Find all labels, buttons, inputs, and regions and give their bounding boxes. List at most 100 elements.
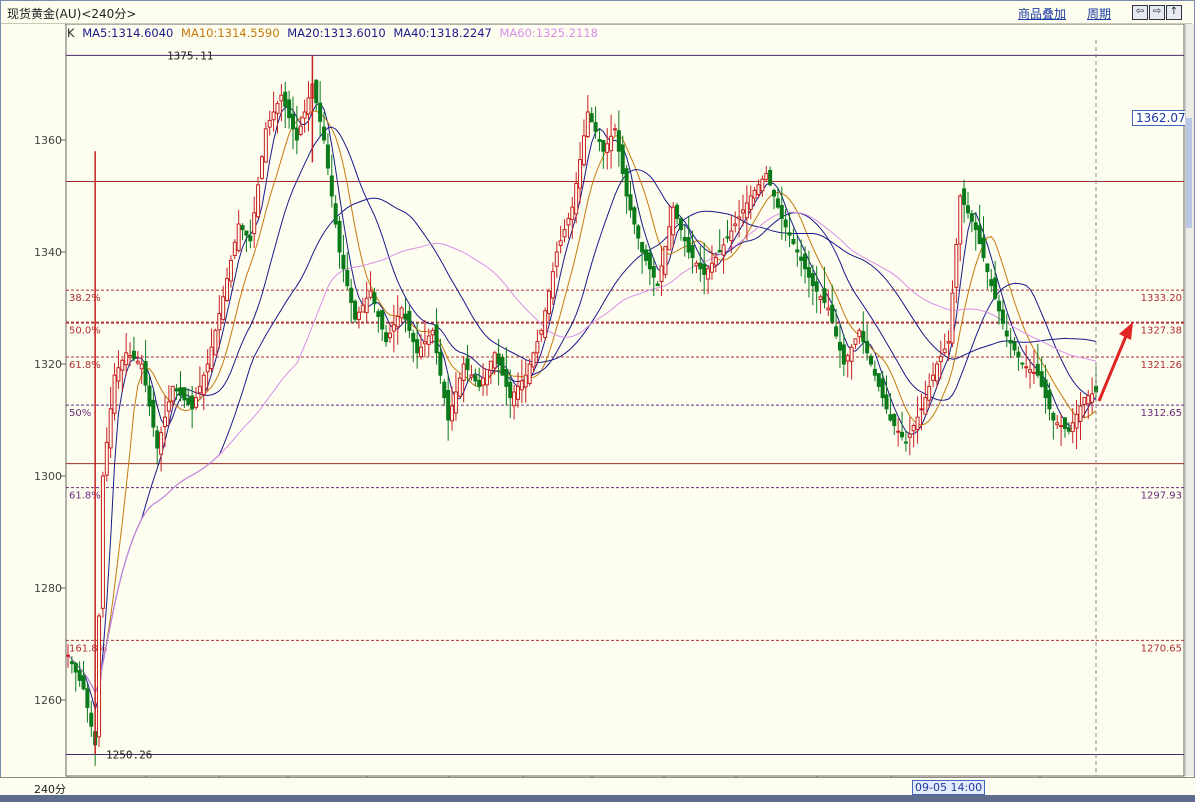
candle-body-89	[411, 332, 416, 343]
candle-body-244	[1012, 341, 1017, 351]
candle-body-160	[686, 237, 691, 253]
candle-body-99	[450, 405, 455, 422]
candle-body-26	[166, 401, 171, 412]
candle-body-103	[465, 358, 470, 371]
candle-body-22	[151, 399, 156, 428]
candle-body-213	[892, 414, 897, 427]
candle-body-102	[461, 363, 466, 381]
nav-right-button[interactable]: ⇨	[1149, 5, 1165, 20]
fib-value-label-2: 1321.26	[1141, 360, 1182, 371]
candle-body-28	[174, 388, 179, 392]
candle-body-81	[380, 310, 385, 330]
candle-body-194	[818, 296, 823, 301]
candle-body-64	[314, 79, 319, 104]
candle-body-53	[271, 111, 276, 121]
candle-body-169	[721, 244, 726, 256]
candle-body-40	[221, 296, 226, 321]
candle-body-165	[706, 268, 711, 280]
candle-body-88	[407, 310, 412, 331]
candle-body-239	[993, 277, 998, 299]
candle-body-35	[201, 374, 206, 395]
candle-body-10	[104, 441, 109, 476]
candle-body-130	[570, 206, 575, 221]
ma10-label: MA10:1314.5590	[181, 26, 280, 40]
candle-body-159	[682, 237, 687, 242]
candle-body-235	[977, 225, 982, 245]
candle-body-227	[946, 341, 951, 344]
candle-body-218	[911, 425, 916, 432]
candle-body-248	[1028, 369, 1033, 373]
candle-body-21	[147, 385, 152, 407]
candle-body-105	[473, 374, 478, 382]
candle-body-230	[958, 195, 963, 245]
candle-body-76	[360, 304, 365, 313]
candle-body-182	[772, 189, 777, 197]
candle-body-191	[806, 267, 811, 278]
candle-body-91	[419, 346, 424, 358]
candle-body-154	[663, 245, 668, 275]
cursor-time: 09-05 14:00	[912, 780, 986, 795]
candle-body-14	[120, 359, 125, 371]
candle-body-119	[527, 363, 532, 384]
candle-body-129	[566, 217, 571, 226]
candle-body-137	[597, 139, 602, 142]
candle-body-67	[325, 144, 330, 169]
candle-body-209	[876, 373, 881, 387]
candle-body-202	[849, 346, 854, 362]
candle-body-195	[822, 288, 827, 303]
candle-body-179	[760, 178, 765, 192]
candle-body-92	[422, 341, 427, 345]
candle-body-80	[376, 311, 381, 317]
candle-body-171	[729, 230, 734, 242]
candle-body-82	[384, 332, 389, 343]
candle-body-258	[1066, 427, 1071, 432]
scrollbar-thumb[interactable]	[1186, 118, 1192, 228]
fib-value-label-4: 1297.93	[1141, 491, 1182, 502]
candle-body-33	[194, 397, 199, 408]
candle-body-146	[632, 207, 637, 225]
candle-body-251	[1039, 371, 1044, 387]
nav-left-button[interactable]: ⇦	[1132, 5, 1148, 20]
candle-body-178	[756, 184, 761, 196]
candle-body-238	[989, 279, 994, 287]
candle-body-27	[170, 385, 175, 402]
overlay-link[interactable]: 商品叠加	[1018, 5, 1066, 22]
y-tick-label-2: 1300	[34, 470, 62, 483]
candle-body-158	[678, 218, 683, 231]
candle-body-233	[969, 213, 974, 222]
y-tick-label-4: 1340	[34, 246, 62, 259]
candle-body-13	[116, 367, 121, 382]
candle-body-49	[256, 184, 261, 218]
candle-body-9	[100, 475, 105, 609]
candle-body-18	[135, 360, 140, 364]
nav-up-button[interactable]: ↑	[1166, 5, 1182, 20]
candle-body-134	[585, 111, 590, 138]
candle-body-32	[190, 395, 195, 410]
price-chart[interactable]: 38.2% 1333.20 50.0% 1327.38 61.8% 1321.26 50% 1…	[0, 0, 1195, 802]
taskbar-strip	[0, 795, 1195, 802]
candle-body-43	[232, 241, 237, 257]
high-label: 1375.11	[167, 49, 213, 62]
candle-body-255	[1055, 422, 1060, 426]
candle-body-263	[1086, 395, 1091, 405]
plot-area[interactable]	[65, 23, 1185, 777]
candle-body-177	[752, 189, 757, 199]
candle-body-24	[159, 432, 164, 455]
candle-body-54	[275, 103, 280, 114]
candle-body-42	[228, 259, 233, 282]
candle-body-57	[287, 99, 292, 119]
candle-body-55	[279, 94, 284, 102]
candle-body-207	[869, 355, 874, 365]
candle-body-175	[744, 202, 749, 219]
candle-body-216	[903, 441, 908, 444]
fib-pct-label-0: 38.2%	[69, 293, 101, 304]
candle-body-23	[155, 430, 160, 449]
fib-pct-label-4: 61.8%	[69, 491, 101, 502]
candle-body-153	[659, 265, 664, 282]
candle-body-51	[263, 128, 268, 163]
candle-body-77	[364, 297, 369, 314]
candle-body-30	[182, 387, 187, 401]
period-link[interactable]: 周期	[1087, 5, 1111, 22]
candle-body-145	[628, 194, 633, 211]
candle-body-250	[1035, 363, 1040, 376]
